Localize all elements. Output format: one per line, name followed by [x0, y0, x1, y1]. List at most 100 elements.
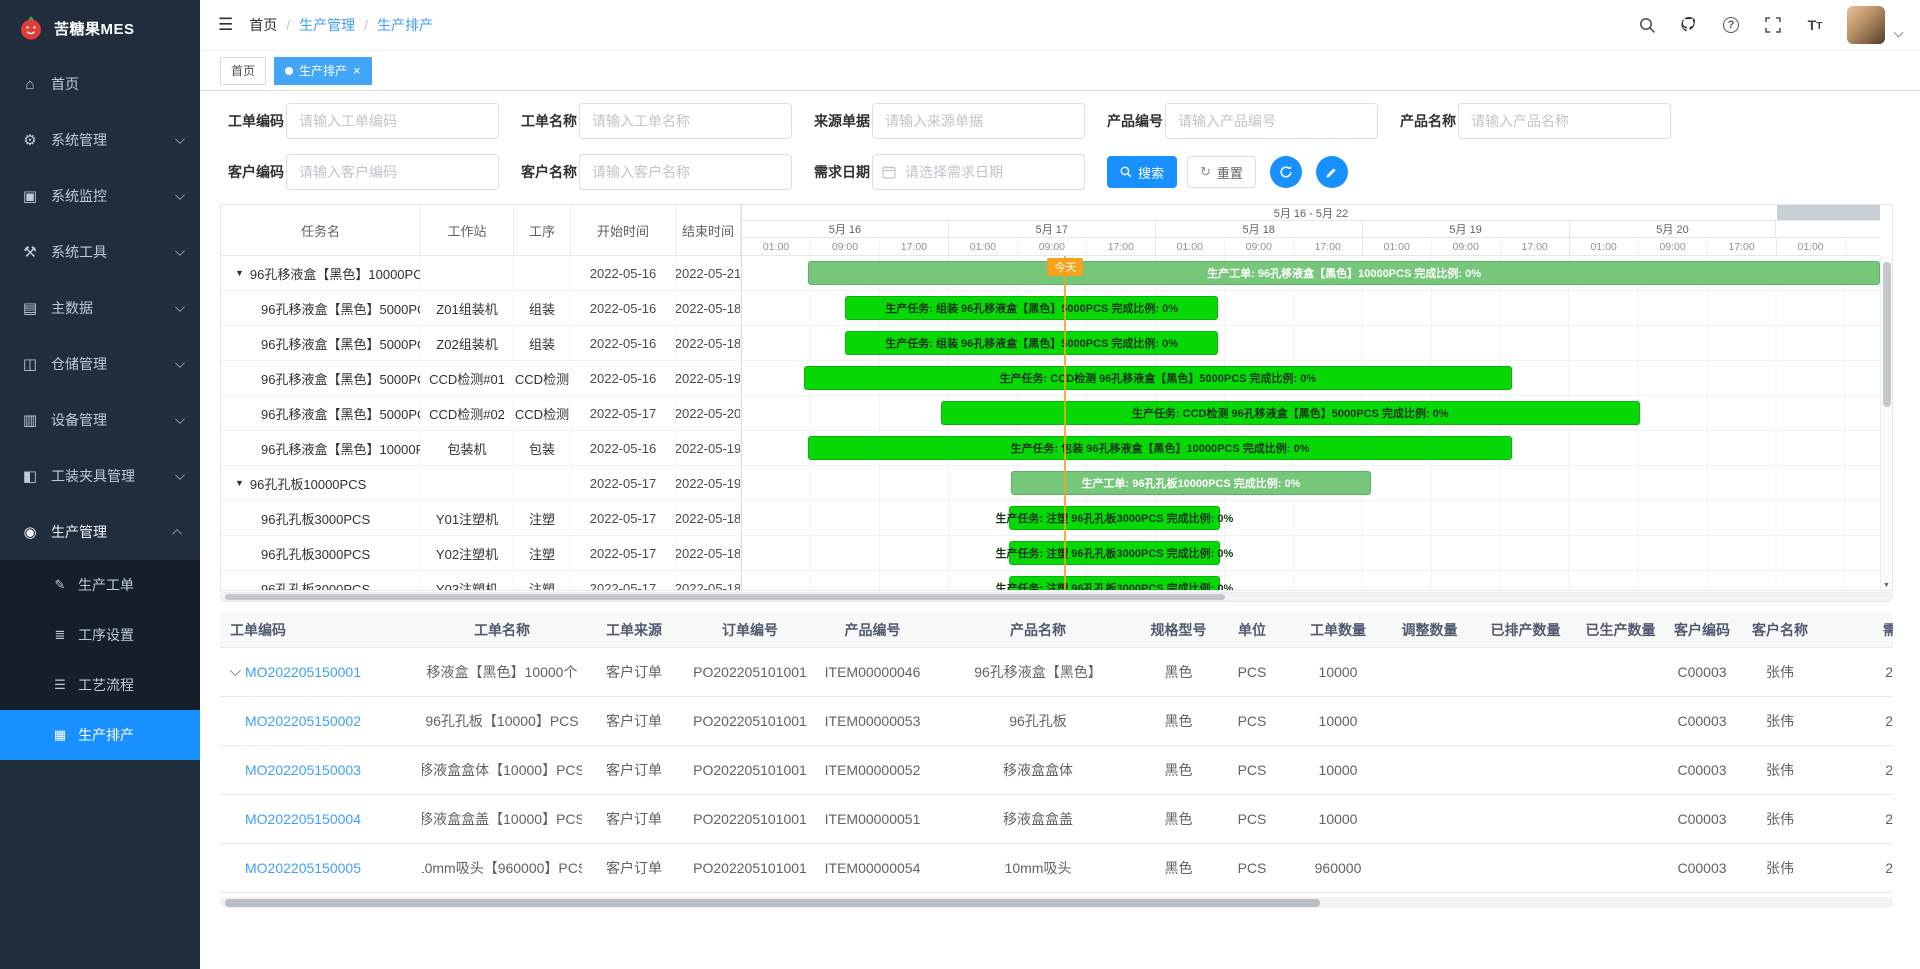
table-row[interactable]: MO202205150004移液盒盒盖【10000】PCS客户订单PO20220… [220, 795, 1893, 844]
scroll-down-arrow-icon[interactable]: ▼ [1881, 582, 1892, 589]
gantt-hscroll-thumb[interactable] [225, 594, 1225, 600]
text-input[interactable]: 请输入来源单据 [872, 103, 1085, 139]
filter-field: 客户名称请输入客户名称 [521, 154, 796, 190]
gantt-row[interactable]: 96孔孔板3000PCSY02注塑机注塑2022-05-172022-05-18 [221, 536, 741, 571]
gantt-task-name: 96孔孔板3000PCS [221, 571, 421, 590]
row-expand-icon[interactable] [230, 665, 241, 676]
gantt-row[interactable]: 96孔移液盒【黑色】10000PCS包装机包装2022-05-162022-05… [221, 431, 741, 466]
table-horizontal-scrollbar[interactable] [220, 897, 1893, 908]
sidebar-toggle-icon[interactable]: ☰ [218, 15, 233, 35]
gantt-horizontal-scrollbar[interactable] [220, 592, 1893, 602]
table-cell-item-name: 96孔移液盒【黑色】 [931, 648, 1145, 696]
sidebar-item-production-scheduling[interactable]: ▦生产排产 [0, 710, 200, 760]
table-column-header: 工单来源 [582, 612, 686, 647]
gantt-vscroll-thumb[interactable] [1883, 262, 1891, 407]
gantt-row[interactable]: ▼96孔移液盒【黑色】10000PCS2022-05-162022-05-21 [221, 256, 741, 291]
sidebar-item-production-management[interactable]: ◉生产管理 [0, 504, 200, 560]
input-placeholder: 请输入客户编码 [299, 162, 397, 182]
avatar-dropdown-icon[interactable] [1894, 27, 1904, 37]
gantt-row[interactable]: ▼96孔孔板10000PCS2022-05-172022-05-19 [221, 466, 741, 501]
tab-close-icon[interactable]: × [353, 64, 361, 77]
gantt-timeline: 5月 16 - 5月 22 5月 165月 175月 185月 195月 20 … [741, 205, 1880, 590]
gantt-task-bar[interactable]: 生产任务: 注塑 96孔孔板3000PCS 完成比例: 0% [1009, 506, 1220, 530]
fullscreen-icon[interactable] [1763, 15, 1783, 35]
gantt-task-bar[interactable]: 生产任务: CCD检测 96孔移液盒【黑色】5000PCS 完成比例: 0% [804, 366, 1512, 390]
gantt-row[interactable]: 96孔移液盒【黑色】5000PCSZ02组装机组装2022-05-162022-… [221, 326, 741, 361]
sidebar-item-system-tools[interactable]: ⚒系统工具 [0, 224, 200, 280]
sidebar-item-system-management[interactable]: ⚙系统管理 [0, 112, 200, 168]
text-input[interactable]: 请输入产品名称 [1458, 103, 1671, 139]
gantt-workstation [421, 466, 514, 500]
table-row[interactable]: MO20220515000296孔孔板【10000】PCS客户订单PO20220… [220, 697, 1893, 746]
gantt-start-time: 2022-05-16 [571, 256, 676, 290]
gantt-task-bar[interactable]: 生产任务: CCD检测 96孔移液盒【黑色】5000PCS 完成比例: 0% [941, 401, 1640, 425]
sidebar-item-label: 生产管理 [51, 522, 107, 542]
reset-button[interactable]: ↻ 重置 [1187, 156, 1256, 188]
text-input[interactable]: 请输入客户编码 [286, 154, 499, 190]
gantt-row[interactable]: 96孔孔板3000PCSY03注塑机注塑2022-05-172022-05-18 [221, 571, 741, 590]
chevron-down-icon [175, 134, 185, 144]
edit-button[interactable] [1316, 156, 1348, 188]
breadcrumb-item[interactable]: 生产管理 [299, 15, 355, 35]
workorder-code-link[interactable]: MO202205150004 [245, 811, 361, 827]
gantt-row[interactable]: 96孔移液盒【黑色】5000PCSZ01组装机组装2022-05-162022-… [221, 291, 741, 326]
gantt-workstation: 包装机 [421, 431, 514, 465]
sidebar-item-fixture-management[interactable]: ◧工装夹具管理 [0, 448, 200, 504]
github-icon[interactable] [1679, 15, 1699, 35]
search-icon[interactable] [1637, 15, 1657, 35]
tab-首页[interactable]: 首页 [220, 57, 266, 85]
date-input[interactable]: 请选择需求日期 [872, 154, 1085, 190]
gantt-vertical-scrollbar[interactable]: ▼ [1880, 256, 1892, 590]
workorder-code-link[interactable]: MO202205150001 [245, 664, 361, 680]
refresh-button[interactable] [1270, 156, 1302, 188]
text-input[interactable]: 请输入产品编号 [1165, 103, 1378, 139]
app-logo[interactable]: 苦糖果MES [0, 0, 200, 56]
task-name-text: 96孔移液盒【黑色】5000PCS [261, 334, 421, 353]
text-input[interactable]: 请输入客户名称 [579, 154, 792, 190]
gantt-task-bar[interactable]: 生产任务: 组装 96孔移液盒【黑色】5000PCS 完成比例: 0% [845, 331, 1217, 355]
sidebar-item-warehouse-management[interactable]: ◫仓储管理 [0, 336, 200, 392]
search-button[interactable]: 搜索 [1107, 156, 1177, 188]
gantt-row[interactable]: 96孔移液盒【黑色】5000PCSCCD检测#02CCD检测2022-05-17… [221, 396, 741, 431]
gantt-time-label: 17:00 [1708, 238, 1777, 255]
table-cell-qty: 10000 [1292, 648, 1384, 696]
gantt-task-bar[interactable]: 生产任务: 组装 96孔移液盒【黑色】5000PCS 完成比例: 0% [845, 296, 1217, 320]
text-input[interactable]: 请输入工单名称 [579, 103, 792, 139]
help-icon[interactable]: ? [1721, 15, 1741, 35]
table-cell-qty: 10000 [1292, 697, 1384, 745]
table-row[interactable]: MO20220515000510mm吸头【960000】PCS客户订单PO202… [220, 844, 1893, 893]
gantt-column-header: 开始时间 [571, 205, 676, 255]
sidebar-item-process-settings[interactable]: ≣工序设置 [0, 610, 200, 660]
sidebar-item-home[interactable]: ⌂首页 [0, 56, 200, 112]
workorder-code-link[interactable]: MO202205150003 [245, 762, 361, 778]
text-input[interactable]: 请输入工单编码 [286, 103, 499, 139]
sidebar-item-label: 工装夹具管理 [51, 466, 135, 486]
sidebar-item-system-monitor[interactable]: ▣系统监控 [0, 168, 200, 224]
gantt-process: 包装 [514, 431, 571, 465]
gantt-task-bar[interactable]: 生产任务: 注塑 96孔孔板3000PCS 完成比例: 0% [1009, 576, 1220, 590]
gantt-row[interactable]: 96孔孔板3000PCSY01注塑机注塑2022-05-172022-05-18 [221, 501, 741, 536]
avatar[interactable] [1847, 6, 1885, 44]
table-hscroll-thumb[interactable] [225, 899, 1320, 907]
gantt-end-time: 2022-05-18 [676, 536, 741, 570]
gantt-row[interactable]: 96孔移液盒【黑色】5000PCSCCD检测#01CCD检测2022-05-16… [221, 361, 741, 396]
sidebar-item-label: 系统监控 [51, 186, 107, 206]
font-size-icon[interactable]: TT [1805, 15, 1825, 35]
table-cell-scheduled-qty [1475, 648, 1576, 696]
table-row[interactable]: MO202205150003移液盒盒体【10000】PCS客户订单PO20220… [220, 746, 1893, 795]
triangle-down-icon[interactable]: ▼ [235, 268, 244, 278]
sidebar-item-production-workorder[interactable]: ✎生产工单 [0, 560, 200, 610]
sidebar-item-equipment-management[interactable]: ▥设备管理 [0, 392, 200, 448]
gantt-start-time: 2022-05-16 [571, 361, 676, 395]
sidebar-item-process-flow[interactable]: ☰工艺流程 [0, 660, 200, 710]
gantt-workorder-bar[interactable]: 生产工单: 96孔移液盒【黑色】10000PCS 完成比例: 0% [808, 261, 1880, 285]
workorder-code-link[interactable]: MO202205150005 [245, 860, 361, 876]
gantt-task-bar[interactable]: 生产任务: 注塑 96孔孔板3000PCS 完成比例: 0% [1009, 541, 1220, 565]
workorder-code-link[interactable]: MO202205150002 [245, 713, 361, 729]
sidebar-item-master-data[interactable]: ▤主数据 [0, 280, 200, 336]
breadcrumb-item[interactable]: 首页 [249, 15, 277, 35]
gantt-task-bar[interactable]: 生产任务: 包装 96孔移液盒【黑色】10000PCS 完成比例: 0% [808, 436, 1511, 460]
tab-生产排产[interactable]: 生产排产× [274, 57, 372, 85]
table-row[interactable]: MO202205150001移液盒【黑色】10000个客户订单PO2022051… [220, 648, 1893, 697]
triangle-down-icon[interactable]: ▼ [235, 478, 244, 488]
